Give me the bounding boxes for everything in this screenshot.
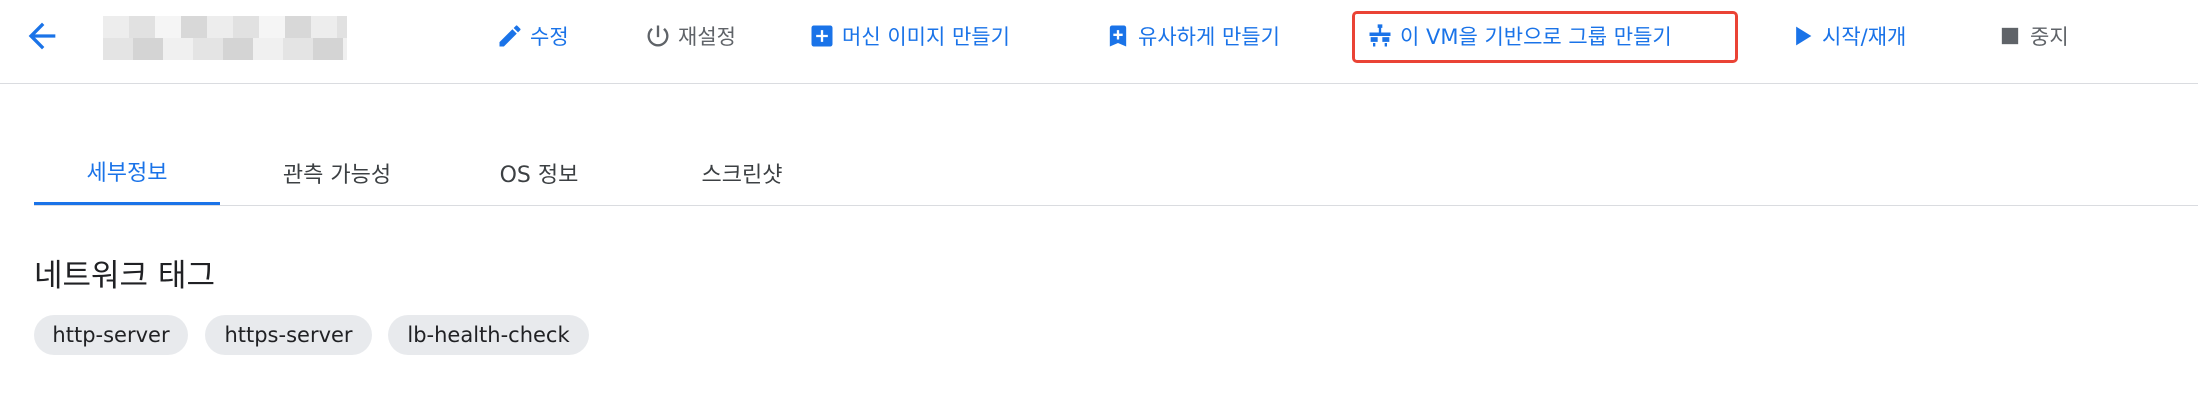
tab-details[interactable]: 세부정보 bbox=[34, 140, 220, 206]
start-resume-button[interactable]: 시작/재개 bbox=[1788, 14, 1906, 58]
instance-group-icon bbox=[1366, 22, 1394, 50]
network-tags-title: 네트워크 태그 bbox=[34, 258, 215, 294]
play-icon bbox=[1788, 22, 1816, 50]
create-group-from-vm-label: 이 VM을 기반으로 그룹 만들기 bbox=[1400, 25, 1672, 49]
top-toolbar: 수정 재설정 머신 이미지 만들기 유사하게 만들기 이 VM을 기반으로 그룹… bbox=[0, 0, 2198, 84]
instance-name-redacted bbox=[103, 16, 347, 60]
network-tag-chip: lb-health-check bbox=[388, 315, 589, 355]
create-group-from-vm-button[interactable]: 이 VM을 기반으로 그룹 만들기 bbox=[1366, 14, 1672, 58]
pencil-icon bbox=[496, 22, 524, 50]
tab-observability-label: 관측 가능성 bbox=[282, 163, 392, 188]
reset-button[interactable]: 재설정 bbox=[644, 14, 736, 58]
start-resume-label: 시작/재개 bbox=[1822, 25, 1907, 49]
create-machine-image-button[interactable]: 머신 이미지 만들기 bbox=[808, 14, 1010, 58]
create-similar-label: 유사하게 만들기 bbox=[1138, 25, 1280, 49]
tab-details-label: 세부정보 bbox=[86, 161, 168, 186]
network-tag-chip: http-server bbox=[34, 315, 188, 355]
tab-screenshot[interactable]: 스크린샷 bbox=[642, 140, 842, 206]
network-tag-chip: https-server bbox=[205, 315, 372, 355]
add-box-icon bbox=[808, 22, 836, 50]
tab-os-info-label: OS 정보 bbox=[499, 163, 579, 188]
tab-observability[interactable]: 관측 가능성 bbox=[244, 140, 430, 206]
stop-label: 중지 bbox=[2030, 25, 2069, 49]
tab-screenshot-label: 스크린샷 bbox=[701, 163, 783, 188]
reset-button-label: 재설정 bbox=[678, 25, 736, 49]
create-machine-image-label: 머신 이미지 만들기 bbox=[842, 25, 1010, 49]
edit-button-label: 수정 bbox=[530, 25, 569, 49]
arrow-back-icon[interactable] bbox=[22, 16, 62, 56]
add-bookmark-icon bbox=[1104, 22, 1132, 50]
stop-button[interactable]: 중지 bbox=[1996, 14, 2069, 58]
tabs-divider bbox=[34, 205, 2198, 206]
tab-os-info[interactable]: OS 정보 bbox=[454, 140, 624, 206]
edit-button[interactable]: 수정 bbox=[496, 14, 569, 58]
stop-icon bbox=[1996, 22, 2024, 50]
create-similar-button[interactable]: 유사하게 만들기 bbox=[1104, 14, 1280, 58]
power-icon bbox=[644, 22, 672, 50]
